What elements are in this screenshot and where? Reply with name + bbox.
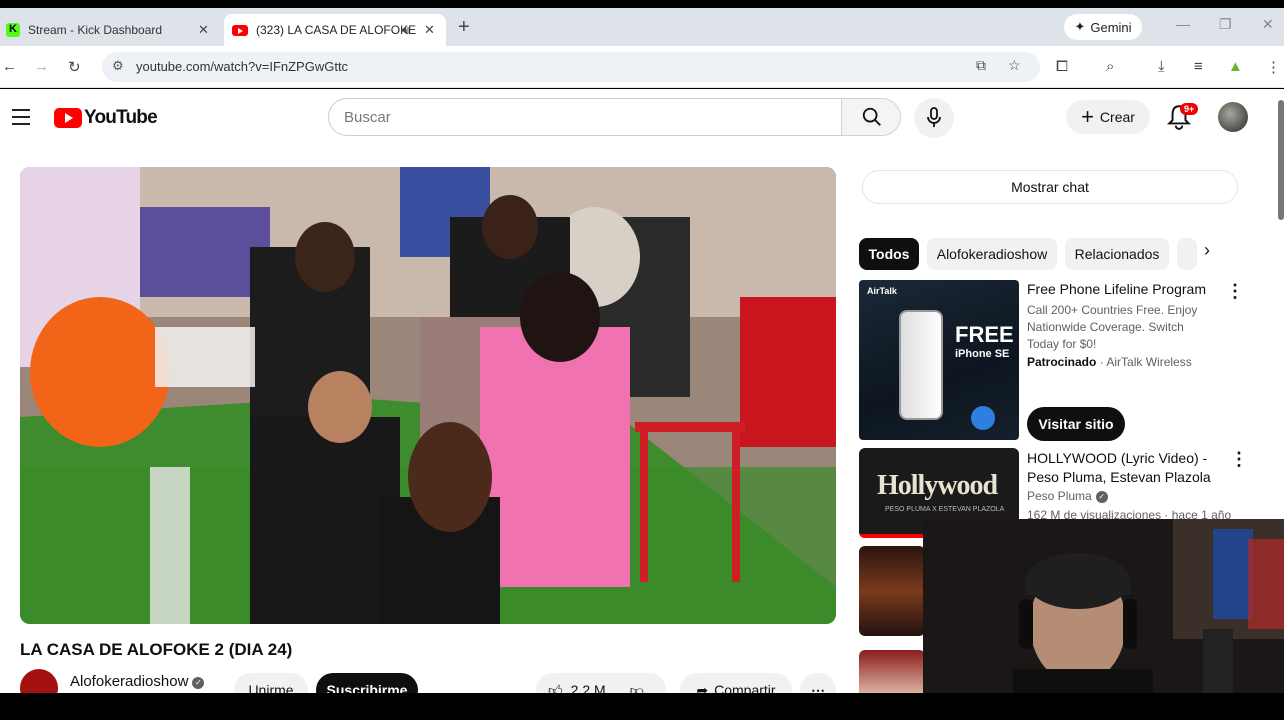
sparkle-icon: ✦: [1074, 19, 1086, 34]
scrollbar[interactable]: [1278, 100, 1284, 220]
ad-title[interactable]: Free Phone Lifeline Program: [1027, 281, 1206, 297]
user-avatar[interactable]: [1218, 102, 1248, 132]
top-letterbox: [0, 0, 1284, 8]
voice-search-button[interactable]: [914, 98, 954, 138]
reload-icon[interactable]: ↻: [68, 58, 81, 76]
video-player[interactable]: [20, 167, 836, 624]
browser-tab-bar: Stream - Kick Dashboard ✕ (323) LA CASA …: [0, 8, 1284, 46]
speaker-icon[interactable]: 🔊︎: [402, 23, 410, 38]
thumbs-up-icon: 👍︎: [548, 681, 563, 694]
maximize-icon[interactable]: ❐: [1219, 16, 1232, 33]
youtube-header: YouTube Buscar + Crear 9+: [0, 89, 1284, 145]
url-text[interactable]: youtube.com/watch?v=IFnZPGwGttc: [136, 59, 348, 74]
channel-name[interactable]: Alofokeradioshow ✓: [70, 673, 205, 690]
install-app-icon[interactable]: ⧉: [976, 57, 986, 74]
minimize-icon[interactable]: —: [1176, 16, 1190, 32]
more-actions-button[interactable]: ⋯: [800, 673, 836, 693]
like-button[interactable]: 👍︎ 2,2 M 👎︎: [536, 673, 666, 693]
verified-check-icon: ✓: [192, 677, 205, 689]
show-chat-button[interactable]: Mostrar chat: [862, 170, 1238, 204]
webcam-overlay: [923, 519, 1284, 695]
phone-image: [899, 310, 943, 420]
channel-name-text: Alofokeradioshow: [70, 673, 189, 690]
thumb-subtitle-text: PESO PLUMA X ESTEVAN PLAZOLA: [885, 506, 1005, 513]
kick-favicon-icon: [6, 23, 20, 37]
window-close-icon[interactable]: ✕: [1262, 16, 1274, 33]
video-title: LA CASA DE ALOFOKE 2 (DIA 24): [20, 640, 293, 659]
omnibox[interactable]: ⚙ youtube.com/watch?v=IFnZPGwGttc ⧉ ☆: [102, 52, 1040, 82]
back-arrow-icon[interactable]: ←: [2, 58, 17, 75]
thumb-title-text: Hollywood: [877, 470, 998, 501]
search-input[interactable]: Buscar: [328, 98, 842, 136]
tab-title: Stream - Kick Dashboard: [28, 23, 163, 37]
chip-relacionados[interactable]: Relacionados: [1065, 238, 1169, 270]
channel-avatar[interactable]: [20, 669, 58, 693]
chip-partial[interactable]: [1177, 238, 1197, 270]
hamburger-menu-icon[interactable]: [12, 109, 30, 130]
browser-menu-icon[interactable]: ⋮: [1266, 58, 1281, 76]
tab-youtube-video[interactable]: (323) LA CASA DE ALOFOKE 🔊︎ ✕: [224, 14, 446, 46]
chevron-right-icon[interactable]: ›: [1204, 240, 1210, 261]
recommendation-title[interactable]: HOLLYWOOD (Lyric Video) - Peso Pluma, Es…: [1027, 449, 1217, 487]
tab-kick-dashboard[interactable]: Stream - Kick Dashboard ✕: [0, 14, 218, 46]
download-icon[interactable]: ⤓: [1158, 58, 1165, 75]
close-tab-icon[interactable]: ✕: [198, 22, 209, 38]
youtube-logo[interactable]: YouTube: [54, 107, 158, 129]
ad-description: Call 200+ Countries Free. Enjoy Nationwi…: [1027, 303, 1198, 351]
ad-brand: AirTalk: [867, 286, 897, 296]
subscribe-button[interactable]: Suscribirme: [316, 673, 418, 693]
media-control-icon[interactable]: ≡: [1194, 58, 1203, 75]
advertiser-name: AirTalk Wireless: [1106, 355, 1192, 369]
recommendation-channel-name: Peso Pluma: [1027, 489, 1092, 503]
recommendation-thumbnail-2[interactable]: [859, 546, 925, 636]
extensions-icon[interactable]: ⧠: [1056, 58, 1068, 75]
youtube-favicon-icon: [232, 24, 248, 36]
like-count: 2,2 M: [570, 682, 606, 693]
join-button[interactable]: Unirme: [234, 673, 308, 693]
profile-extension-icon[interactable]: ▲: [1228, 58, 1243, 75]
search-placeholder: Buscar: [344, 109, 391, 126]
create-button[interactable]: + Crear: [1066, 100, 1150, 134]
site-info-icon[interactable]: ⚙: [112, 58, 124, 74]
address-toolbar: ← → ↻ ⚙ youtube.com/watch?v=IFnZPGwGttc …: [0, 46, 1284, 88]
search-icon: [862, 107, 881, 126]
video-frame: [20, 167, 836, 624]
dislike-button[interactable]: 👎︎: [630, 682, 644, 694]
recommendation-thumbnail-3[interactable]: [859, 650, 925, 693]
lens-search-icon[interactable]: ⌕: [1106, 58, 1114, 75]
gemini-label: Gemini: [1090, 19, 1132, 35]
ad-sponsor-line: Patrocinado · AirTalk Wireless: [1027, 355, 1192, 369]
plus-icon: +: [1081, 104, 1094, 129]
chip-alofokeradioshow[interactable]: Alofokeradioshow: [927, 238, 1057, 270]
microphone-icon: [927, 107, 941, 127]
visit-site-button[interactable]: Visitar sitio: [1027, 407, 1125, 441]
recommendation-more-icon[interactable]: ⋮: [1230, 449, 1248, 470]
forward-arrow-icon[interactable]: →: [34, 58, 49, 75]
ad-headline: FREE: [955, 322, 1014, 347]
ad-thumbnail[interactable]: AirTalk FREE iPhone SE: [859, 280, 1019, 440]
close-tab-icon[interactable]: ✕: [424, 22, 435, 38]
gemini-button[interactable]: ✦ Gemini: [1064, 14, 1142, 40]
notification-badge: 9+: [1180, 103, 1199, 115]
recommendation-channel[interactable]: Peso Pluma ✓: [1027, 489, 1108, 503]
create-label: Crear: [1099, 109, 1135, 125]
chip-todos[interactable]: Todos: [859, 238, 919, 270]
tab-title: (323) LA CASA DE ALOFOKE: [256, 23, 417, 37]
verified-check-icon: ✓: [1095, 491, 1108, 503]
youtube-wordmark: YouTube: [84, 107, 158, 128]
share-button[interactable]: ➦ Compartir: [680, 673, 792, 693]
share-arrow-icon: ➦: [696, 681, 709, 694]
bookmark-star-icon[interactable]: ☆: [1008, 57, 1021, 74]
share-label: Compartir: [714, 682, 776, 693]
sponsored-label: Patrocinado: [1027, 355, 1097, 369]
bottom-letterbox: [0, 693, 1284, 720]
new-tab-button[interactable]: +: [458, 16, 470, 39]
search-button[interactable]: [841, 98, 901, 136]
mascot-image: [971, 406, 995, 430]
ad-subheadline: iPhone SE: [955, 348, 1010, 360]
webcam-frame: [923, 519, 1284, 695]
youtube-play-icon: [54, 108, 82, 128]
ad-more-icon[interactable]: ⋮: [1226, 281, 1244, 302]
